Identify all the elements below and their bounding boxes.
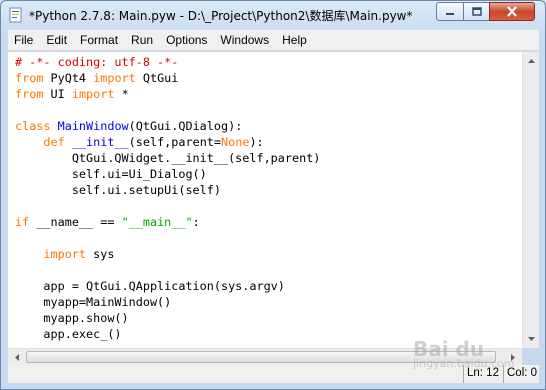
code-token: app = QtGui.QApplication(sys.argv) [15,279,285,293]
code-token: from [15,87,44,101]
maximize-icon [471,6,482,16]
menu-bar: File Edit Format Run Options Windows Hel… [8,30,539,51]
code-token: myapp.show() [15,311,129,325]
code-token: import [43,247,87,261]
code-token: ): [249,135,264,149]
code-line: self.ui=Ui_Dialog() [15,166,320,182]
code-line: def __init__(self,parent=None): [15,134,320,150]
code-line: from UI import * [15,86,320,102]
code-line: if __name__ == "__main__": [15,214,320,230]
code-token: from [15,71,44,85]
code-token: MainWindow [57,119,129,133]
code-line: app.exec_() [15,326,320,342]
code-token: PyQt4 [43,71,94,85]
code-line: class MainWindow(QtGui.QDialog): [15,118,320,134]
code-token: self.ui.setupUi(self) [15,183,221,197]
close-icon [507,6,517,17]
code-token: sys [86,247,115,261]
down-arrow-icon [528,336,535,341]
code-token: QtGui [135,71,179,85]
code-line: app = QtGui.QApplication(sys.argv) [15,278,320,294]
code-line: self.ui.setupUi(self) [15,182,320,198]
code-line: myapp=MainWindow() [15,294,320,310]
idle-editor-window: *Python 2.7.8: Main.pyw - D:\_Project\Py… [0,0,546,390]
code-token: class [15,119,51,133]
code-token: : [192,215,200,229]
menu-options[interactable]: Options [160,33,214,47]
code-token: import [93,71,136,85]
code-token: import [71,87,115,101]
code-token: self.ui=Ui_Dialog() [15,167,207,181]
code-token: myapp=MainWindow() [15,295,172,309]
code-line: QtGui.QWidget.__init__(self,parent) [15,150,321,166]
scroll-left-button[interactable] [9,350,24,365]
menu-windows[interactable]: Windows [214,33,276,47]
scroll-up-button[interactable] [524,53,539,68]
code-token: app.exec_() [15,327,122,341]
code-line: myapp.show() [15,310,320,326]
vertical-scrollbar[interactable] [522,52,539,348]
code-token: (QtGui.QDialog): [128,119,243,133]
code-token: __init__ [71,135,129,149]
up-arrow-icon [528,58,535,63]
code-line: # -*- coding: utf-8 -*- [15,54,320,70]
python-file-icon [8,7,24,23]
code-token: if [15,215,30,229]
watermark: Bai du jingyan.baidu.com [413,337,515,370]
code-token: # -*- coding: utf-8 -*- [15,55,179,69]
code-token: * [114,87,129,101]
code-token: __name__ == [29,215,122,229]
menu-edit[interactable]: Edit [40,33,74,47]
minimize-icon [446,12,454,15]
menu-file[interactable]: File [8,33,40,47]
code-token: def [43,135,65,149]
code-text: # -*- coding: utf-8 -*- from PyQt4 import… [15,54,320,342]
menu-help[interactable]: Help [276,33,314,47]
code-token: UI [43,87,72,101]
code-line: import sys [15,246,320,262]
code-token: None [221,135,250,149]
scroll-down-button[interactable] [524,331,539,346]
close-button[interactable] [489,2,535,21]
title-bar[interactable]: *Python 2.7.8: Main.pyw - D:\_Project\Py… [1,1,545,29]
code-line: from PyQt4 import QtGui [15,70,320,86]
left-arrow-icon [14,354,19,361]
maximize-button[interactable] [463,2,490,21]
code-editor[interactable]: # -*- coding: utf-8 -*- from PyQt4 import… [8,52,522,348]
menu-format[interactable]: Format [74,33,125,47]
code-token: QtGui.QWidget.__init__(self,parent) [15,151,321,165]
minimize-button[interactable] [436,2,464,21]
menu-run[interactable]: Run [125,33,160,47]
code-token: (self,parent= [128,135,222,149]
watermark-subtext: jingyan.baidu.com [413,357,515,370]
window-title: *Python 2.7.8: Main.pyw - D:\_Project\Py… [29,9,413,23]
code-token: "__main__" [121,215,193,229]
